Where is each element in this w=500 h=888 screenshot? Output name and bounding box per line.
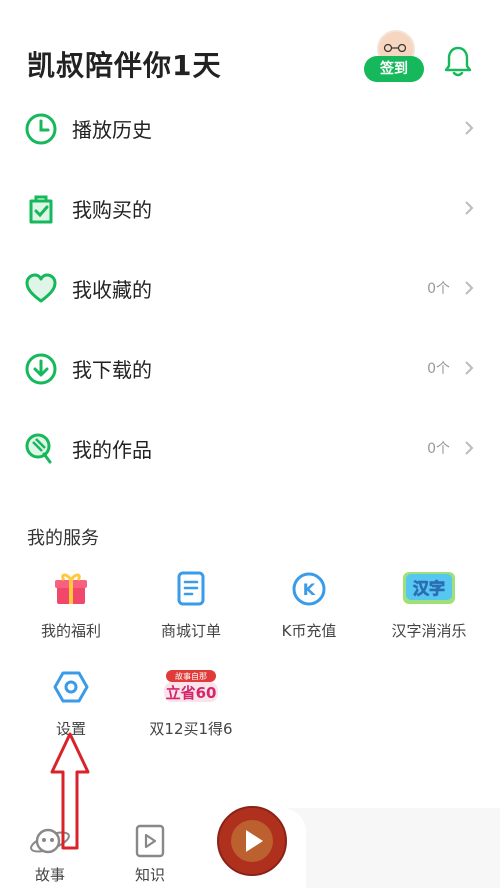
chevron-right-icon xyxy=(465,441,474,455)
tab-knowledge[interactable]: 知识 xyxy=(120,820,180,884)
promo-icon: 故事自那 立省60 xyxy=(164,670,218,702)
menu-item-label: 我购买的 xyxy=(72,198,152,222)
chevron-right-icon xyxy=(465,121,474,135)
glasses-icon xyxy=(383,44,407,52)
video-icon xyxy=(135,824,165,858)
svg-text:立省60: 立省60 xyxy=(166,684,217,702)
k-coin-icon: K xyxy=(292,572,326,606)
chevron-right-icon xyxy=(465,201,474,215)
menu-item-label: 播放历史 xyxy=(72,118,152,142)
svg-text:汉字: 汉字 xyxy=(413,579,445,598)
service-promo[interactable]: 故事自那 立省60 双12买1得6 xyxy=(136,668,246,748)
menu-item-count: 0个 xyxy=(427,361,450,377)
checkin-button[interactable]: 签到 xyxy=(364,56,424,82)
tab-label: 故事 xyxy=(34,866,65,884)
purchase-icon xyxy=(29,195,53,224)
gift-icon xyxy=(55,573,87,604)
svg-text:故事自那: 故事自那 xyxy=(175,671,207,681)
menu-item-label: 我收藏的 xyxy=(72,278,152,302)
hanzi-game-icon: 汉字 xyxy=(403,572,455,604)
menu-item-downloads[interactable]: 我下载的 0个 xyxy=(0,338,500,398)
checkin-widget[interactable]: 签到 xyxy=(364,30,424,82)
works-icon xyxy=(25,433,52,464)
header: 凯叔陪伴你1天 签到 xyxy=(0,0,500,110)
services-title: 我的服务 xyxy=(27,528,99,549)
service-label: 我的福利 xyxy=(40,622,101,640)
annotation-arrow-icon xyxy=(50,732,90,850)
menu-item-purchased[interactable]: 我购买的 xyxy=(0,178,500,238)
service-k-coin[interactable]: K K币充值 xyxy=(254,570,364,650)
menu-item-works[interactable]: 我的作品 0个 xyxy=(0,418,500,478)
service-label: 双12买1得6 xyxy=(149,720,233,738)
chevron-right-icon xyxy=(465,281,474,295)
service-welfare[interactable]: 我的福利 xyxy=(16,570,126,650)
play-icon xyxy=(231,820,273,862)
order-icon xyxy=(177,571,205,606)
heart-icon xyxy=(25,273,57,303)
service-label: K币充值 xyxy=(281,622,337,640)
menu-item-history[interactable]: 播放历史 xyxy=(0,98,500,158)
svg-text:K: K xyxy=(303,580,316,599)
bell-icon[interactable] xyxy=(444,44,472,78)
chevron-right-icon xyxy=(465,361,474,375)
settings-icon xyxy=(53,671,89,703)
menu-item-count: 0个 xyxy=(427,281,450,297)
service-label: 汉字消消乐 xyxy=(391,622,467,640)
player-button[interactable] xyxy=(217,806,287,876)
tab-label: 知识 xyxy=(134,866,165,884)
menu-item-count: 0个 xyxy=(427,441,450,457)
service-orders[interactable]: 商城订单 xyxy=(136,570,246,650)
service-hanzi-game[interactable]: 汉字 汉字消消乐 xyxy=(374,570,484,650)
download-icon xyxy=(25,353,57,385)
clock-icon xyxy=(25,113,57,145)
service-label: 商城订单 xyxy=(160,622,221,640)
menu-item-label: 我的作品 xyxy=(72,438,152,462)
menu-item-favorites[interactable]: 我收藏的 0个 xyxy=(0,258,500,318)
page-title: 凯叔陪伴你1天 xyxy=(27,49,222,82)
menu-item-label: 我下载的 xyxy=(72,358,152,382)
